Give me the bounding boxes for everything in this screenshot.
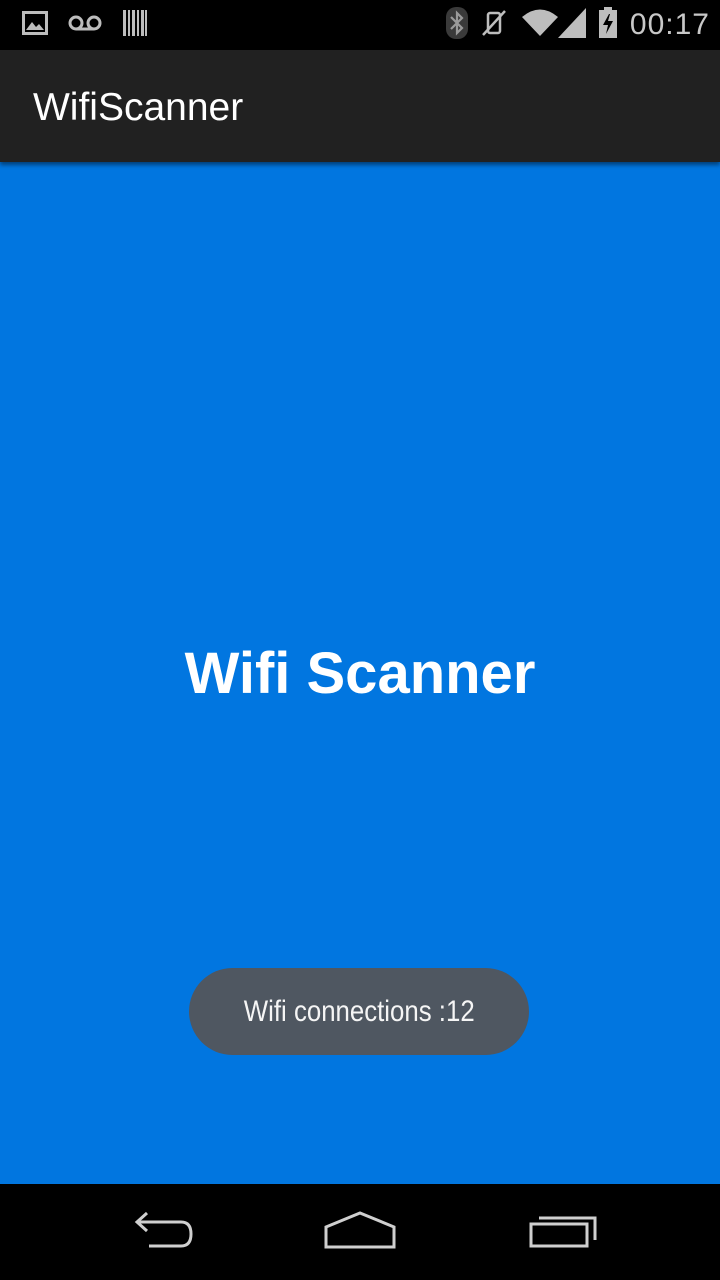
recents-button[interactable] (518, 1204, 608, 1260)
bluetooth-icon (445, 6, 468, 44)
vibrate-off-icon (480, 8, 508, 43)
status-time: 00:17 (629, 8, 710, 41)
back-button[interactable] (115, 1204, 205, 1260)
wifi-icon (520, 8, 560, 43)
app-bar: WifiScanner (0, 50, 720, 162)
back-icon (125, 1210, 195, 1255)
battery-charging-icon (598, 6, 618, 44)
status-right-icons: 00:17 (445, 6, 710, 44)
toast-text: Wifi connections :12 (243, 994, 475, 1028)
voicemail-icon (68, 13, 102, 38)
main-content: Wifi Scanner Wifi connections :12 (0, 162, 720, 1184)
signal-icon (557, 7, 586, 43)
home-button[interactable] (315, 1204, 405, 1260)
app-title: WifiScanner (33, 86, 244, 129)
status-bar: 00:17 (0, 0, 720, 50)
toast: Wifi connections :12 (189, 968, 529, 1055)
home-icon (322, 1209, 398, 1256)
recents-icon (527, 1210, 599, 1255)
barcode-icon (122, 9, 148, 42)
nav-bar (0, 1184, 720, 1280)
status-left-icons (22, 9, 148, 42)
image-icon (22, 10, 48, 40)
main-heading: Wifi Scanner (184, 641, 536, 706)
